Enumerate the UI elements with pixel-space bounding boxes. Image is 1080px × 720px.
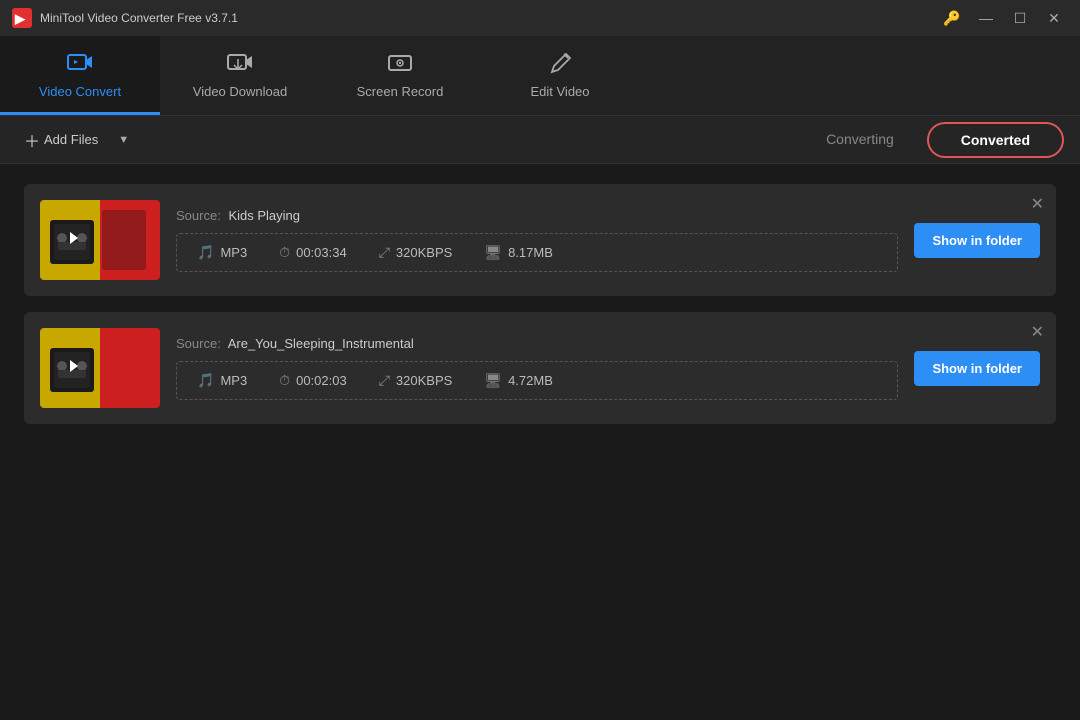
nav-video-download[interactable]: Video Download [160,36,320,115]
bitrate-item-2: ⤢ 320KBPS [379,372,453,389]
svg-text:▶: ▶ [14,11,26,26]
duration-1: 00:03:34 [296,245,347,260]
source-label-1: Source: [176,208,221,223]
size-item-1: 🖥 8.17MB [484,244,553,261]
maximize-button[interactable]: ☐ [1006,8,1034,28]
file-card-2: ▶ Source: Are_You_Sleeping_Instrumental … [24,312,1056,424]
screen-record-icon [386,50,414,78]
duration-icon-2: ⏱ [279,372,290,389]
add-files-button[interactable]: ＋ Add Files [16,124,106,156]
add-files-dropdown-button[interactable]: ▼ [114,130,133,150]
format-icon-1: 🎵 [197,244,214,261]
show-in-folder-button-2[interactable]: Show in folder [914,351,1040,386]
bitrate-1: 320KBPS [396,245,452,260]
duration-2: 00:02:03 [296,373,347,388]
add-icon: ＋ [24,128,40,152]
thumbnail-1-image [40,200,160,280]
close-button[interactable]: ✕ [1040,8,1068,28]
bitrate-icon-2: ⤢ [379,372,390,389]
video-convert-icon [66,50,94,78]
size-icon-2: 🖥 [484,372,502,389]
main-content: ▶ Source: Kids Playing 🎵 MP3 ⏱ 00:03:34 … [0,164,1080,444]
size-icon-1: 🖥 [484,244,502,261]
bitrate-2: 320KBPS [396,373,452,388]
nav-screen-record[interactable]: Screen Record [320,36,480,115]
format-icon-2: 🎵 [197,372,214,389]
tab-converted[interactable]: Converted [927,122,1064,158]
format-item-2: 🎵 MP3 [197,372,247,389]
source-name-2: Are_You_Sleeping_Instrumental [228,336,414,351]
file-card-1: ▶ Source: Kids Playing 🎵 MP3 ⏱ 00:03:34 … [24,184,1056,296]
title-bar: ▶ MiniTool Video Converter Free v3.7.1 🔑… [0,0,1080,36]
file-details-1: 🎵 MP3 ⏱ 00:03:34 ⤢ 320KBPS 🖥 8.17MB [176,233,898,272]
file-info-2: Source: Are_You_Sleeping_Instrumental 🎵 … [176,336,898,400]
nav-edit-video-label: Edit Video [530,84,589,99]
size-item-2: 🖥 4.72MB [484,372,553,389]
file-thumb-2[interactable]: ▶ [40,328,160,408]
bitrate-item-1: ⤢ 320KBPS [379,244,453,261]
close-card-2-button[interactable]: ✕ [1031,322,1044,342]
toolbar: ＋ Add Files ▼ Converting Converted [0,116,1080,164]
file-thumb-1[interactable]: ▶ [40,200,160,280]
show-in-folder-button-1[interactable]: Show in folder [914,223,1040,258]
add-files-label: Add Files [44,132,98,147]
size-1: 8.17MB [508,245,553,260]
nav-video-convert-label: Video Convert [39,84,121,99]
file-details-2: 🎵 MP3 ⏱ 00:02:03 ⤢ 320KBPS 🖥 4.72MB [176,361,898,400]
minimize-button[interactable]: — [972,8,1000,28]
format-1: MP3 [220,245,247,260]
key-button[interactable]: 🔑 [938,8,966,28]
title-bar-left: ▶ MiniTool Video Converter Free v3.7.1 [12,8,238,28]
tabs-container: Converting Converted [793,122,1064,158]
format-item-1: 🎵 MP3 [197,244,247,261]
file-info-1: Source: Kids Playing 🎵 MP3 ⏱ 00:03:34 ⤢ … [176,208,898,272]
bitrate-icon-1: ⤢ [379,244,390,261]
format-2: MP3 [220,373,247,388]
nav-video-convert[interactable]: Video Convert [0,36,160,115]
close-card-1-button[interactable]: ✕ [1031,194,1044,214]
size-2: 4.72MB [508,373,553,388]
app-title: MiniTool Video Converter Free v3.7.1 [40,11,238,25]
duration-item-1: ⏱ 00:03:34 [279,244,347,261]
file-source-1: Source: Kids Playing [176,208,898,223]
file-source-2: Source: Are_You_Sleeping_Instrumental [176,336,898,351]
edit-video-icon [546,50,574,78]
title-bar-controls: 🔑 — ☐ ✕ [938,8,1068,28]
nav-edit-video[interactable]: Edit Video [480,36,640,115]
tab-converting[interactable]: Converting [793,122,927,158]
nav-screen-record-label: Screen Record [357,84,444,99]
source-name-1: Kids Playing [228,208,300,223]
nav-video-download-label: Video Download [193,84,287,99]
video-download-icon [226,50,254,78]
thumbnail-2-image [40,328,160,408]
app-logo-icon: ▶ [12,8,32,28]
source-label-2: Source: [176,336,221,351]
nav-bar: Video Convert Video Download Screen Reco… [0,36,1080,116]
duration-icon-1: ⏱ [279,244,290,261]
duration-item-2: ⏱ 00:02:03 [279,372,347,389]
